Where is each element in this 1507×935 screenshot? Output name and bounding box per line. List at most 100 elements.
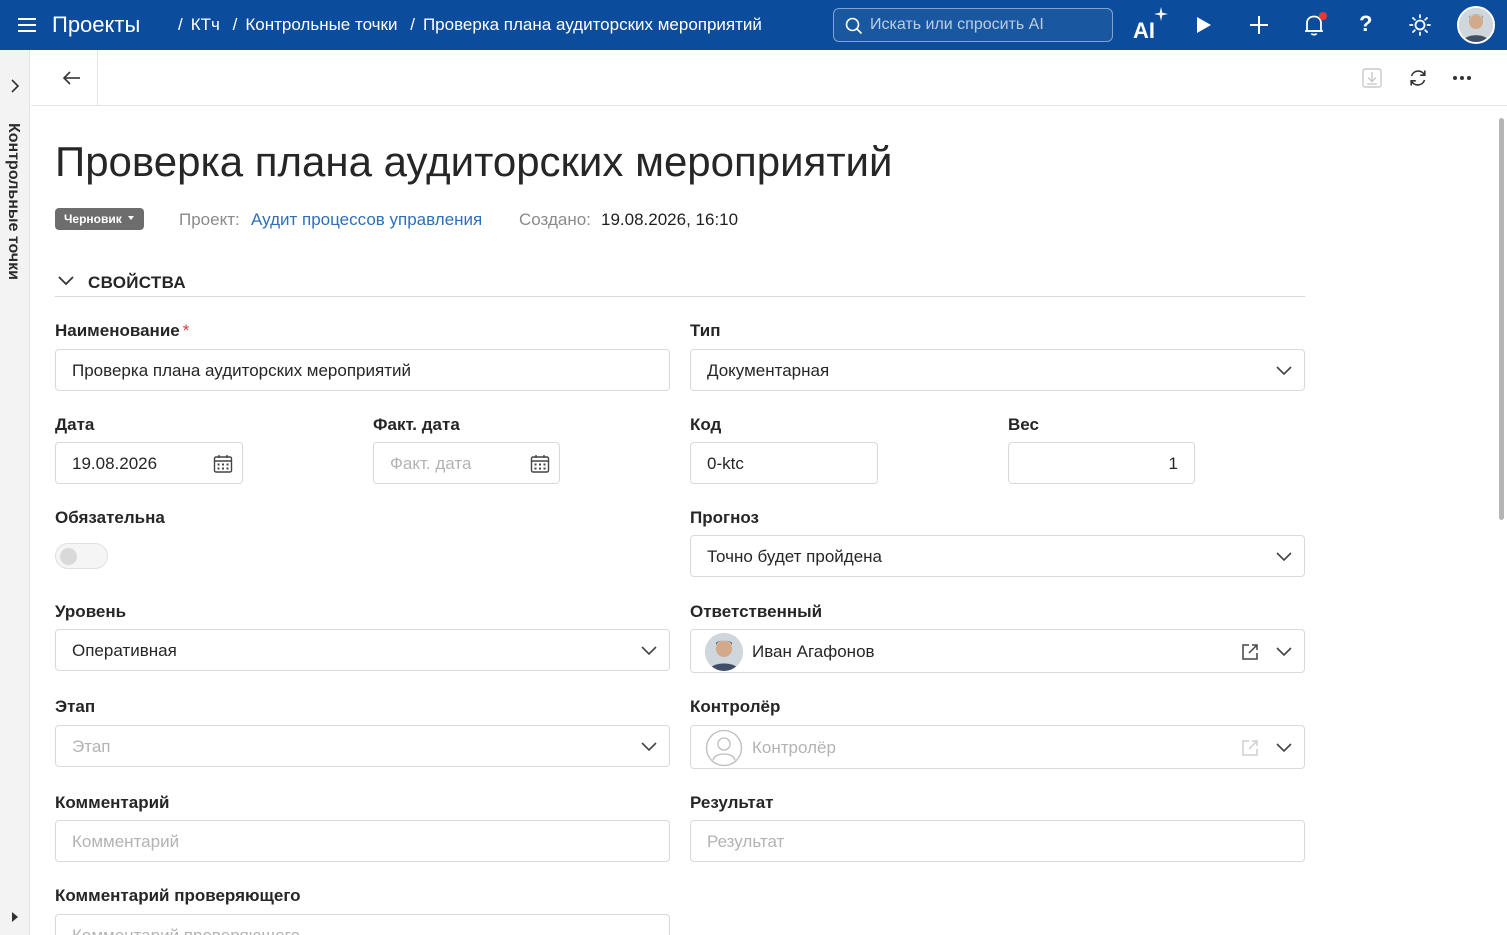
forecast-value: Точно будет пройдена xyxy=(707,547,883,566)
mandatory-toggle[interactable] xyxy=(55,543,108,569)
save-download-icon[interactable] xyxy=(1361,67,1383,89)
properties-section-header[interactable]: СВОЙСТВА xyxy=(55,270,1305,297)
comment-label: Комментарий xyxy=(55,793,170,812)
fact-date-placeholder: Факт. дата xyxy=(390,454,472,473)
calendar-icon[interactable] xyxy=(213,454,233,474)
external-link-icon[interactable] xyxy=(1240,642,1260,662)
back-button[interactable] xyxy=(31,50,98,105)
required-mark: * xyxy=(182,321,190,340)
reviewer-comment-input[interactable]: Комментарий проверяющего xyxy=(55,914,670,935)
plus-icon xyxy=(1250,16,1268,34)
breadcrumb-item-current: Проверка плана аудиторских мероприятий xyxy=(422,15,762,34)
forecast-select[interactable]: Точно будет пройдена xyxy=(690,535,1305,577)
section-title: СВОЙСТВА xyxy=(88,273,186,292)
chevron-down-icon xyxy=(1276,743,1292,753)
level-label: Уровень xyxy=(55,602,127,621)
breadcrumb-separator: / xyxy=(232,15,238,34)
play-icon xyxy=(1197,17,1211,33)
stage-select[interactable]: Этап xyxy=(55,725,670,767)
responsible-value: Иван Агафонов xyxy=(752,642,875,661)
stage-label: Этап xyxy=(55,697,96,716)
type-label: Тип xyxy=(690,321,721,340)
code-value: 0-ktc xyxy=(707,454,744,473)
notifications-button[interactable] xyxy=(1299,10,1329,40)
weight-value: 1 xyxy=(1168,454,1178,473)
result-placeholder: Результат xyxy=(707,832,785,851)
left-rail: Контрольные точки xyxy=(0,50,30,935)
fact-date-input[interactable]: Факт. дата xyxy=(373,442,560,484)
chevron-down-icon xyxy=(641,742,657,752)
weight-input[interactable]: 1 xyxy=(1008,442,1195,484)
create-button[interactable] xyxy=(1244,10,1274,40)
chevron-down-icon xyxy=(1276,647,1292,657)
level-select[interactable]: Оперативная xyxy=(55,629,670,671)
responsible-avatar xyxy=(705,633,743,671)
status-badge[interactable]: Черновик xyxy=(55,208,144,230)
project-label: Проект: xyxy=(179,210,240,229)
code-input[interactable]: 0-ktc xyxy=(690,442,878,484)
chevron-down-icon xyxy=(1276,366,1292,376)
type-value: Документарная xyxy=(707,361,830,380)
user-placeholder-icon xyxy=(705,729,743,767)
date-input[interactable]: 19.08.2026 xyxy=(55,442,243,484)
chevron-right-icon[interactable] xyxy=(8,78,22,94)
chevron-down-icon xyxy=(58,276,74,286)
controller-placeholder: Контролёр xyxy=(752,738,836,757)
project-link[interactable]: Аудит процессов управления xyxy=(251,210,482,230)
chevron-down-icon xyxy=(641,646,657,656)
toggle-knob xyxy=(60,548,77,565)
user-avatar[interactable] xyxy=(1457,6,1495,44)
code-label: Код xyxy=(690,415,722,434)
top-bar: Проекты / КТч / Контрольные точки / Проверк… xyxy=(0,0,1507,50)
breadcrumb: / КТч / Контрольные точки / Проверка плана … xyxy=(170,15,762,35)
result-label: Результат xyxy=(690,793,774,812)
sun-icon xyxy=(1409,14,1431,36)
sparkle-icon xyxy=(1154,7,1168,21)
caret-down-icon xyxy=(127,215,134,220)
comment-placeholder: Комментарий xyxy=(72,832,180,851)
breadcrumb-item-ktch[interactable]: КТч xyxy=(191,15,220,34)
fact-date-label: Факт. дата xyxy=(373,415,460,434)
play-button[interactable] xyxy=(1189,10,1219,40)
date-label: Дата xyxy=(55,415,95,434)
type-select[interactable]: Документарная xyxy=(690,349,1305,391)
more-options-icon[interactable] xyxy=(1451,67,1473,89)
forecast-label: Прогноз xyxy=(690,508,759,527)
date-value: 19.08.2026 xyxy=(72,454,158,473)
rail-label[interactable]: Контрольные точки xyxy=(4,123,22,280)
stage-placeholder: Этап xyxy=(72,737,111,756)
reviewer-comment-placeholder: Комментарий проверяющего xyxy=(72,926,300,935)
hamburger-menu-icon[interactable] xyxy=(18,14,36,36)
name-input[interactable]: Проверка плана аудиторских мероприятий xyxy=(55,349,670,391)
help-button[interactable]: ? xyxy=(1353,10,1383,40)
name-label: Наименование * xyxy=(55,321,190,340)
result-input[interactable]: Результат xyxy=(690,820,1305,862)
created-label: Создано: xyxy=(519,210,591,229)
help-icon: ? xyxy=(1359,11,1373,36)
ai-assistant-button[interactable]: AI xyxy=(1132,6,1168,43)
comment-input[interactable]: Комментарий xyxy=(55,820,670,862)
scrollbar-thumb[interactable] xyxy=(1499,118,1504,520)
controller-select[interactable]: Контролёр xyxy=(690,725,1305,769)
responsible-select[interactable]: Иван Агафонов xyxy=(690,629,1305,673)
refresh-icon[interactable] xyxy=(1407,67,1429,89)
weight-label: Вес xyxy=(1008,415,1039,434)
level-value: Оперативная xyxy=(72,641,177,660)
calendar-icon[interactable] xyxy=(530,454,550,474)
caret-right-icon[interactable] xyxy=(9,910,21,924)
breadcrumb-separator: / xyxy=(410,15,415,34)
created-value: 19.08.2026, 16:10 xyxy=(601,210,739,229)
status-badge-label: Черновик xyxy=(64,212,122,226)
search-input[interactable] xyxy=(870,14,1106,36)
controller-label: Контролёр xyxy=(690,697,781,716)
breadcrumb-item-checkpoints[interactable]: Контрольные точки xyxy=(245,15,397,34)
app-title[interactable]: Проекты xyxy=(52,12,140,38)
arrow-left-icon xyxy=(62,71,80,85)
theme-toggle-button[interactable] xyxy=(1405,10,1435,40)
chevron-down-icon xyxy=(1276,552,1292,562)
breadcrumb-separator: / xyxy=(178,15,183,34)
user-photo-icon xyxy=(705,633,743,671)
record-toolbar xyxy=(31,50,1507,106)
name-value: Проверка плана аудиторских мероприятий xyxy=(72,361,411,380)
reviewer-comment-label: Комментарий проверяющего xyxy=(55,886,301,905)
